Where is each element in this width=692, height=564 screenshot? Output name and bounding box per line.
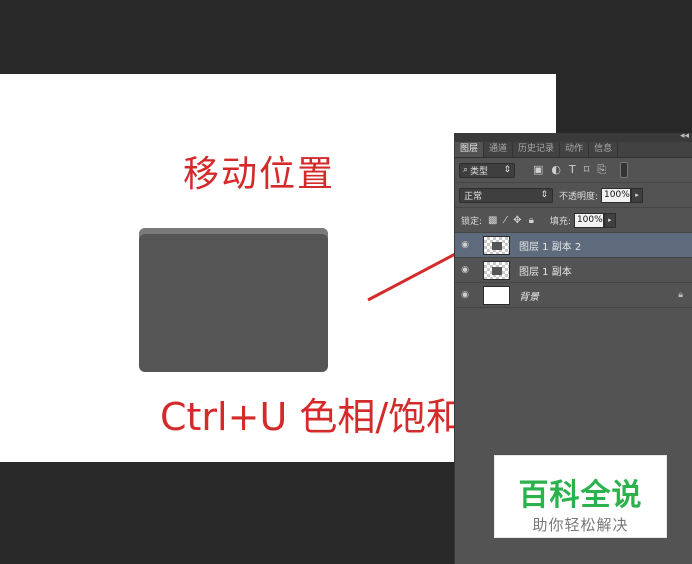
layer-row[interactable]: ◉ 背景 🔒︎	[455, 283, 692, 308]
layer-filter-select[interactable]: ⌕ 类型 ⇕	[459, 162, 515, 178]
layer-thumbnail	[483, 260, 510, 280]
filter-toggle[interactable]	[620, 162, 629, 178]
lock-icon: 🔒︎	[678, 290, 683, 300]
search-icon: ⌕	[463, 165, 469, 175]
layer-row[interactable]: ◉ 图层 1 副本	[455, 258, 692, 283]
tab-actions[interactable]: 动作	[560, 142, 590, 157]
layer-name: 图层 1 副本 2	[519, 241, 582, 253]
watermark-logo: 百科全说 助你轻松解决	[494, 455, 667, 538]
filter-row: ⌕ 类型 ⇕ ▣ ◐ T ⌑ ⎘	[455, 158, 692, 183]
layer-name: 背景	[519, 291, 539, 303]
layer-thumbnail	[483, 285, 510, 305]
filter-kind-label: 类型	[470, 166, 489, 177]
layer-row[interactable]: ◉ 图层 1 副本 2	[455, 233, 692, 258]
chevron-updown-icon: ⇕	[503, 165, 511, 175]
smart-object-filter-icon[interactable]: ⎘	[597, 163, 606, 177]
eye-icon[interactable]: ◉	[455, 265, 475, 275]
tab-layers[interactable]: 图层	[455, 142, 485, 157]
blend-mode-value: 正常	[464, 191, 483, 202]
type-layer-filter-icon[interactable]: T	[569, 163, 576, 177]
lock-all-icon[interactable]: 🔒︎	[529, 215, 534, 226]
tab-history[interactable]: 历史记录	[513, 142, 561, 157]
annotation-move-position: 移动位置	[183, 154, 336, 195]
shape-layer-filter-icon[interactable]: ⌑	[584, 163, 590, 177]
collapse-panel-icon[interactable]: ◂◂	[680, 131, 689, 141]
lock-fill-row: 锁定: ▩ ⁄ ✥ 🔒︎ 填充: 100% ▸	[455, 208, 692, 233]
blend-opacity-row: 正常 ⇕ 不透明度: 100% ▸	[455, 183, 692, 208]
watermark-sub-text: 助你轻松解决	[532, 516, 629, 534]
tab-info[interactable]: 信息	[589, 142, 619, 157]
lock-transparency-icon[interactable]: ▩	[488, 215, 497, 226]
layer-name: 图层 1 副本	[519, 266, 572, 278]
fill-dropdown-button[interactable]: ▸	[603, 212, 616, 228]
tab-channels[interactable]: 通道	[484, 142, 514, 157]
panel-tabs: 图层 通道 历史记录 动作 信息	[455, 142, 692, 158]
fill-label: 填充:	[549, 216, 571, 227]
eye-icon[interactable]: ◉	[455, 290, 475, 300]
eye-icon[interactable]: ◉	[455, 240, 475, 250]
adjustment-layer-filter-icon[interactable]: ◐	[551, 163, 561, 177]
lock-icons: ▩ ⁄ ✥ 🔒︎	[488, 215, 534, 226]
lock-brush-icon[interactable]: ⁄	[505, 215, 507, 226]
gray-rounded-rectangle-shape[interactable]	[139, 228, 328, 372]
opacity-input[interactable]: 100%	[601, 187, 632, 203]
lock-position-icon[interactable]: ✥	[513, 215, 521, 226]
blend-mode-select[interactable]: 正常 ⇕	[459, 187, 553, 203]
panel-title-bar: ◂◂	[455, 131, 692, 142]
layer-thumbnail	[483, 235, 510, 255]
watermark-main-text: 百科全说	[518, 478, 643, 513]
opacity-label: 不透明度:	[559, 191, 599, 202]
filter-icons: ▣ ◐ T ⌑ ⎘	[533, 163, 606, 177]
lock-label: 锁定:	[461, 216, 483, 227]
chevron-updown-icon: ⇕	[540, 190, 548, 200]
pixel-layer-filter-icon[interactable]: ▣	[533, 163, 543, 177]
opacity-dropdown-button[interactable]: ▸	[631, 187, 644, 203]
annotation-hue-saturation-shortcut: Ctrl+U 色相/饱和度	[160, 395, 503, 439]
fill-input[interactable]: 100%	[573, 212, 604, 228]
